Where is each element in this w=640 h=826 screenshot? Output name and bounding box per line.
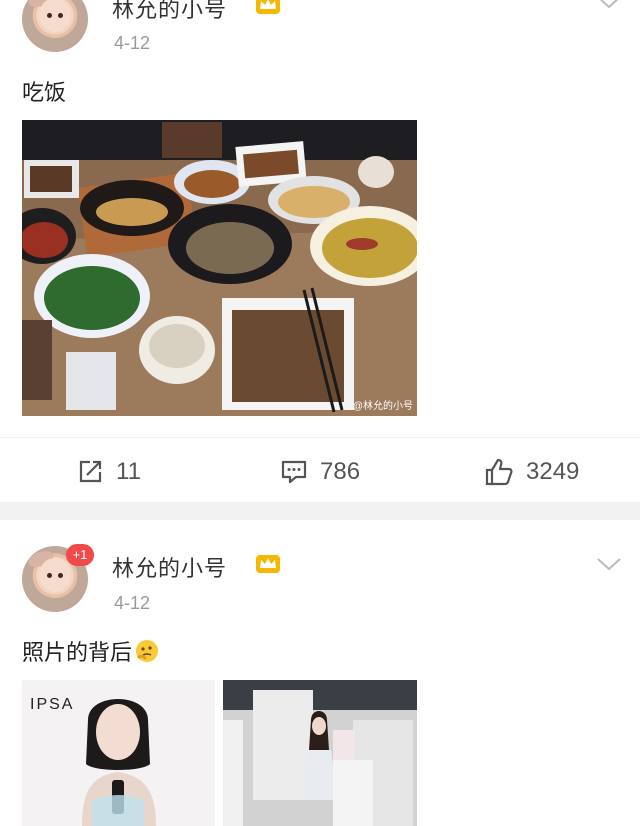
post-text-wrap: 照片的背后 <box>22 635 160 667</box>
post-text: 照片的背后 <box>22 641 133 666</box>
vip-crown-icon <box>256 0 280 14</box>
post-1: 林允的小号 4-12 吃饭 @林允的小号 11 786 3249 <box>0 0 640 502</box>
post-photo-1[interactable]: IPSA <box>22 680 215 826</box>
user-name[interactable]: 林允的小号 <box>112 551 227 583</box>
like-button[interactable]: 3249 <box>484 454 579 490</box>
post-photo-2[interactable] <box>223 680 417 826</box>
repost-count: 11 <box>116 458 141 485</box>
repost-icon <box>79 460 102 483</box>
post-text: 吃饭 <box>22 81 67 106</box>
chevron-down-icon[interactable] <box>596 0 622 10</box>
comment-button[interactable]: 786 <box>280 454 360 490</box>
comment-count: 786 <box>320 458 361 485</box>
post-actions: 11 786 3249 <box>0 437 640 508</box>
vip-crown-icon <box>256 555 280 573</box>
like-icon <box>485 458 513 486</box>
post-date: 4-12 <box>114 593 151 613</box>
comment-icon <box>281 460 307 484</box>
post-photo[interactable]: @林允的小号 <box>22 120 417 416</box>
studio-photo-image <box>223 680 417 826</box>
photo-watermark: @林允的小号 <box>352 401 413 412</box>
thinking-emoji-icon <box>136 640 159 662</box>
platform-watermark: 悟空问答 <box>540 796 612 816</box>
repost-button[interactable]: 11 <box>76 454 141 490</box>
brand-label: IPSA <box>30 696 75 713</box>
dinner-photo-image <box>22 120 417 416</box>
post-divider <box>0 502 640 520</box>
notification-badge: +1 <box>66 544 94 566</box>
user-name[interactable]: 林允的小号 <box>112 0 227 24</box>
avatar[interactable]: +1 <box>22 544 94 612</box>
post-2: +1 林允的小号 4-12 照片的背后 IPSA 悟空问答 <box>0 520 640 826</box>
platform-logo-icon <box>513 793 533 813</box>
post-date: 4-12 <box>114 33 151 53</box>
chevron-down-icon[interactable] <box>596 556 622 572</box>
like-count: 3249 <box>526 458 580 485</box>
avatar[interactable] <box>22 0 88 52</box>
